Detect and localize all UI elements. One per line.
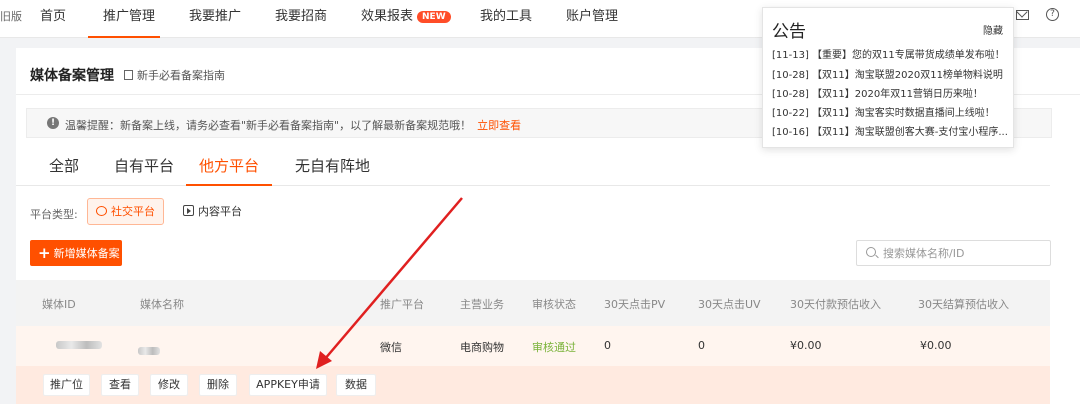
- notice-text: 温馨提醒：新备案上线，请务必查看"新手必看备案指南"，以了解最新备案规范哦！ 立即…: [65, 117, 521, 133]
- ad-slot-button[interactable]: 推广位: [43, 374, 90, 396]
- add-media-button-label: 新增媒体备案: [53, 247, 120, 260]
- col-platform: 推广平台: [380, 298, 424, 311]
- nav-item-promote[interactable]: 我要推广: [189, 5, 241, 24]
- platform-type-label: 平台类型:: [30, 208, 78, 221]
- nav-item-home[interactable]: 首页: [40, 5, 66, 24]
- nav-item-merchant-recruit[interactable]: 我要招商: [275, 5, 327, 24]
- chat-icon: [96, 206, 107, 216]
- search-input[interactable]: [883, 244, 1043, 262]
- nav-item-account[interactable]: 账户管理: [566, 5, 618, 24]
- announcement-item[interactable]: [10-28] 【双11】2020年双11营销日历来啦！: [772, 85, 1010, 100]
- announcement-item[interactable]: [10-16] 【双11】淘宝联盟创客大赛-支付宝小程序...: [772, 123, 1010, 138]
- cell-pv: 0: [604, 339, 611, 352]
- cell-business: 电商购物: [460, 341, 504, 354]
- new-badge: NEW: [417, 11, 451, 23]
- announcement-item[interactable]: [10-22] 【双11】淘宝客实时数据直播间上线啦！: [772, 104, 1010, 119]
- nav-item-reports[interactable]: 效果报表 NEW: [361, 5, 451, 24]
- notice-message: 温馨提醒：新备案上线，请务必查看"新手必看备案指南"，以了解最新备案规范哦！: [65, 119, 472, 132]
- cell-settle-income: ¥0.00: [920, 339, 952, 352]
- tab-own-platform[interactable]: 自有平台: [114, 155, 174, 176]
- guide-link-label: 新手必看备案指南: [137, 69, 225, 82]
- col-business: 主营业务: [460, 298, 504, 311]
- table-row: 微信 电商购物 审核通过 0 0 ¥0.00 ¥0.00: [16, 326, 1050, 366]
- announcement-item[interactable]: [10-28] 【双11】淘宝联盟2020双11榜单物料说明: [772, 66, 1010, 81]
- mail-icon[interactable]: [1016, 10, 1029, 20]
- platform-type-social[interactable]: 社交平台: [87, 198, 164, 225]
- view-button[interactable]: 查看: [101, 374, 139, 396]
- tab-bar: 全部 自有平台 他方平台 无自有阵地: [16, 153, 1050, 186]
- play-icon: [183, 205, 194, 216]
- hide-announcement-button[interactable]: 隐藏: [983, 22, 1003, 37]
- announcement-title: 公告: [772, 22, 806, 42]
- book-icon: [124, 70, 133, 80]
- row-actions: 推广位 查看 修改 删除 APPKEY申请 数据: [16, 366, 1050, 404]
- col-uv: 30天点击UV: [698, 298, 761, 311]
- platform-type-content[interactable]: 内容平台: [174, 198, 244, 225]
- search-icon: [866, 247, 876, 257]
- tab-active-indicator: [186, 184, 272, 186]
- notice-link[interactable]: 立即查看: [477, 119, 521, 132]
- delete-button[interactable]: 删除: [199, 374, 237, 396]
- nav-item-promotion-management[interactable]: 推广管理: [103, 5, 155, 24]
- version-switch[interactable]: 旧版: [0, 8, 22, 24]
- tab-other-platform[interactable]: 他方平台: [199, 155, 259, 176]
- appkey-apply-button[interactable]: APPKEY申请: [249, 374, 327, 396]
- nav-item-reports-label: 效果报表: [361, 9, 414, 24]
- help-icon[interactable]: ?: [1046, 8, 1059, 21]
- data-button[interactable]: 数据: [336, 374, 376, 396]
- add-media-button[interactable]: + 新增媒体备案: [30, 240, 122, 266]
- search-box[interactable]: [856, 240, 1051, 266]
- plus-icon: +: [38, 244, 51, 262]
- col-settle-income: 30天结算预估收入: [918, 298, 1009, 311]
- col-pay-income: 30天付款预估收入: [790, 298, 881, 311]
- cell-pay-income: ¥0.00: [790, 339, 822, 352]
- media-name-redacted: [138, 347, 160, 355]
- cell-platform: 微信: [380, 341, 402, 354]
- announcement-popup: 公告 隐藏 [11-13] 【重要】您的双11专属带货成绩单发布啦！ [10-2…: [762, 7, 1014, 148]
- nav-active-indicator: [88, 36, 160, 38]
- platform-type-social-label: 社交平台: [111, 205, 155, 218]
- announcement-item[interactable]: [11-13] 【重要】您的双11专属带货成绩单发布啦！: [772, 46, 1010, 61]
- cell-status: 审核通过: [532, 341, 576, 354]
- nav-item-tools[interactable]: 我的工具: [480, 5, 532, 24]
- platform-type-content-label: 内容平台: [198, 205, 242, 218]
- page-title: 媒体备案管理: [30, 68, 114, 84]
- cell-uv: 0: [698, 339, 705, 352]
- col-media-id: 媒体ID: [42, 298, 76, 311]
- col-media-name: 媒体名称: [140, 298, 184, 311]
- col-status: 审核状态: [532, 298, 576, 311]
- info-icon: !: [47, 117, 59, 129]
- edit-button[interactable]: 修改: [150, 374, 188, 396]
- media-id-redacted: [56, 341, 102, 349]
- table-header: 媒体ID 媒体名称 推广平台 主营业务 审核状态 30天点击PV 30天点击UV…: [16, 280, 1050, 326]
- tab-no-own-platform[interactable]: 无自有阵地: [295, 155, 370, 176]
- tab-all[interactable]: 全部: [49, 155, 79, 176]
- col-pv: 30天点击PV: [604, 298, 666, 311]
- guide-link[interactable]: 新手必看备案指南: [124, 67, 225, 83]
